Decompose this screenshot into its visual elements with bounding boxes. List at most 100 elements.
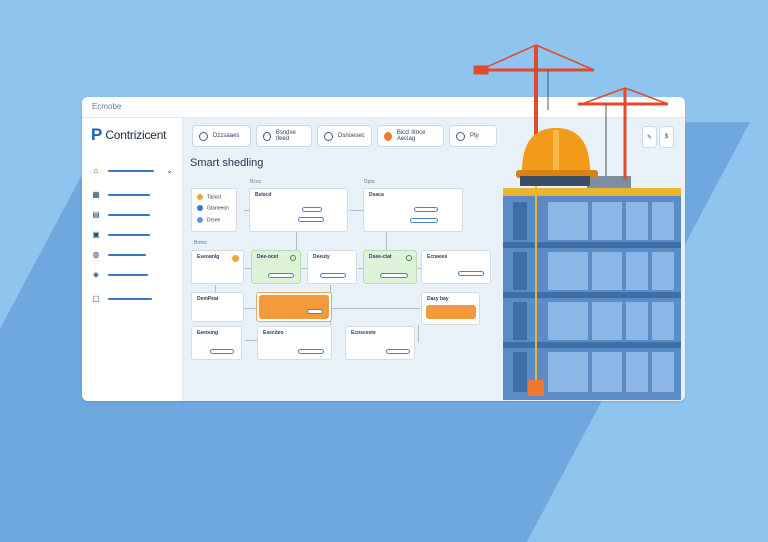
task-progress-pill xyxy=(414,207,438,212)
toolbar-label: Dzzsaaes xyxy=(213,133,240,139)
connector-line xyxy=(418,325,419,343)
report-icon: ▢ xyxy=(92,294,100,303)
sidebar-item-reports[interactable]: ▢ xyxy=(92,294,177,304)
edit-icon: ✎ xyxy=(646,134,653,141)
logo-mark: P xyxy=(91,125,103,144)
task-card-title: Deeuty xyxy=(313,254,330,260)
sidebar-item-home[interactable]: ⌂ ⌄ xyxy=(92,166,177,176)
people-icon: ◍ xyxy=(92,250,100,259)
shield-icon: ◈ xyxy=(92,270,100,279)
task-card[interactable]: Ecnsceste xyxy=(345,326,415,360)
legend-panel: Tasoct Gtaneeon Drsee xyxy=(191,188,237,232)
legend-dot xyxy=(197,194,203,200)
task-card[interactable]: DemPeat xyxy=(191,292,244,322)
alert-icon xyxy=(384,131,392,141)
sidebar-item-label xyxy=(108,214,150,216)
sidebar-item-calendar[interactable]: ▦ xyxy=(92,190,177,200)
toolbar-button-alerts[interactable]: Biccl Iitnce Aeclag xyxy=(377,125,444,147)
task-card[interactable]: Dsee-ctat xyxy=(363,250,417,284)
chevron-down-icon[interactable]: ⌄ xyxy=(166,166,173,175)
task-progress-pill xyxy=(210,349,234,354)
task-progress-pill xyxy=(268,273,294,278)
calendar-icon xyxy=(263,131,271,141)
legend-item: Tasoct xyxy=(197,194,231,200)
toolbar-button-schedule[interactable]: Bsndxe Ifeed xyxy=(256,125,312,147)
task-card[interactable]: Dsaca xyxy=(363,188,463,232)
sidebar-item-label xyxy=(108,254,146,256)
section-label: Bmns xyxy=(194,240,207,246)
sidebar: P Contrizicent ⌂ ⌄ ▦ ▤ ▣ ◍ ◈ ▢ xyxy=(82,118,183,401)
task-progress-pill xyxy=(458,271,484,276)
currency-button[interactable]: $ xyxy=(659,126,674,148)
status-icon xyxy=(406,255,412,261)
sidebar-item-label xyxy=(108,274,148,276)
task-progress-pill xyxy=(410,218,438,223)
task-card-title: Dazy bay xyxy=(427,296,449,302)
sidebar-item-label xyxy=(108,234,150,236)
task-card-title: Eeeoung xyxy=(197,330,219,336)
task-card-title: Dsaca xyxy=(369,192,384,198)
task-progress-pill xyxy=(298,349,324,354)
toolbar-button-team[interactable]: Dsnoesec xyxy=(317,125,372,147)
task-card[interactable]: Eseoanlg xyxy=(191,250,244,284)
legend-item: Gtaneeon xyxy=(197,205,231,212)
sidebar-item-tasks[interactable]: ▤ xyxy=(92,210,177,220)
task-card[interactable]: Dee-ocet xyxy=(251,250,301,284)
task-card[interactable]: Deeuty xyxy=(307,250,357,284)
toolbar-button-reports[interactable]: Pty xyxy=(449,125,497,147)
task-card-title: Ecnsceste xyxy=(351,330,376,336)
task-progress-pill xyxy=(386,349,410,354)
window-title: Ecmobe xyxy=(82,97,685,118)
page-title: Smart shedling xyxy=(190,157,264,169)
logo-text: Contrizicent xyxy=(105,128,167,142)
task-card-highlight[interactable] xyxy=(256,292,332,322)
edit-button[interactable]: ✎ xyxy=(642,126,657,148)
task-card-title: Ecnaees xyxy=(427,254,448,260)
connector-line xyxy=(296,232,297,250)
task-bar-critical xyxy=(426,305,476,319)
sidebar-item-team[interactable]: ◍ xyxy=(92,250,177,260)
calendar-icon: ▦ xyxy=(92,190,100,199)
task-progress-pill xyxy=(298,217,324,222)
connector-line xyxy=(332,308,420,309)
app-logo[interactable]: P Contrizicent xyxy=(91,125,167,144)
sidebar-item-label xyxy=(108,194,150,196)
legend-dot xyxy=(197,216,203,223)
currency-icon: $ xyxy=(664,134,669,140)
status-icon xyxy=(290,255,296,261)
task-card[interactable]: Ecnaees xyxy=(421,250,491,284)
sidebar-item-label xyxy=(108,298,152,300)
task-card[interactable]: Eeeoung xyxy=(191,326,242,360)
task-card-title: Bslscd xyxy=(255,192,272,198)
task-progress-pill xyxy=(380,273,408,278)
task-card[interactable]: Esecdeo xyxy=(257,326,332,360)
task-progress-pill xyxy=(302,207,322,212)
section-label: Dpta xyxy=(364,179,375,185)
tasks-icon: ▤ xyxy=(92,210,100,219)
task-card-title: Esecdeo xyxy=(263,330,284,336)
task-progress-pill xyxy=(307,309,323,314)
sidebar-item-documents[interactable]: ▣ xyxy=(92,230,177,240)
toolbar-label: Bsndxe Ifeed xyxy=(275,130,296,142)
gauge-icon xyxy=(199,131,208,141)
task-progress-pill xyxy=(320,273,346,278)
warning-icon xyxy=(232,255,239,262)
toolbar-label: Pty xyxy=(470,133,479,139)
document-icon: ▣ xyxy=(92,230,100,239)
sidebar-item-label xyxy=(108,170,154,172)
home-icon: ⌂ xyxy=(93,166,99,175)
task-card-title: DemPeat xyxy=(197,296,219,302)
task-card-title: Dsee-ctat xyxy=(369,254,392,260)
connector-line xyxy=(386,232,387,250)
toolbar-button-dashboard[interactable]: Dzzsaaes xyxy=(192,125,251,147)
legend-item: Drsee xyxy=(197,216,231,223)
task-card[interactable]: Dazy bay xyxy=(421,292,480,325)
sidebar-item-security[interactable]: ◈ xyxy=(92,270,177,280)
toolbar-label: Biccl Iitnce Aeclag xyxy=(396,130,426,142)
people-icon xyxy=(324,131,333,141)
toolbar-label: Dsnoesec xyxy=(338,133,365,139)
connector-line xyxy=(245,340,257,341)
chart-icon xyxy=(456,131,465,141)
task-card[interactable]: Bslscd xyxy=(249,188,348,232)
task-bar-critical xyxy=(259,295,329,319)
